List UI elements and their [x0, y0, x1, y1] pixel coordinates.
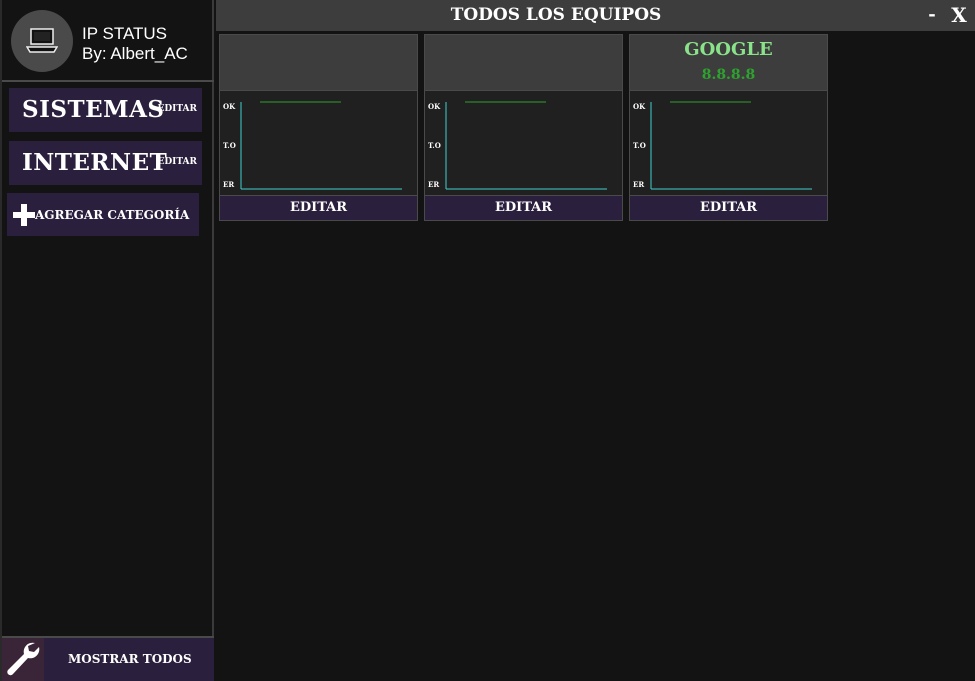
category-name: INTERNET	[22, 149, 168, 176]
sidebar: IP STATUS By: Albert_AC SISTEMAS EDITAR …	[0, 0, 214, 681]
device-ip: 8.8.8.8	[701, 67, 756, 83]
title-bar: TODOS LOS EQUIPOS - X	[216, 0, 975, 31]
status-graph-plot	[650, 101, 812, 190]
app-header: IP STATUS By: Albert_AC	[2, 0, 214, 82]
edit-device-button[interactable]: EDITAR	[425, 196, 622, 220]
status-graph: OK T.O ER	[630, 90, 827, 196]
status-graph-plot	[445, 101, 607, 190]
show-all-label: MOSTRAR TODOS	[68, 652, 192, 666]
status-graph: OK T.O ER	[220, 90, 417, 196]
plus-icon	[13, 204, 35, 226]
device-name: GOOGLE	[684, 39, 773, 60]
category-edit-button[interactable]: EDITAR	[157, 103, 197, 115]
device-card-google: GOOGLE 8.8.8.8 OK T.O ER EDITAR	[629, 34, 828, 221]
edit-device-button[interactable]: EDITAR	[630, 196, 827, 220]
category-name: SISTEMAS	[22, 96, 165, 123]
app-author: By: Albert_AC	[82, 44, 188, 63]
laptop-icon	[11, 10, 73, 72]
device-card: OK T.O ER EDITAR	[219, 34, 418, 221]
category-sistemas[interactable]: SISTEMAS EDITAR	[9, 88, 202, 132]
app-title: IP STATUS	[82, 24, 168, 43]
status-graph: OK T.O ER	[425, 90, 622, 196]
edit-device-button[interactable]: EDITAR	[220, 196, 417, 220]
status-graph-plot	[240, 101, 402, 190]
minimize-button[interactable]: -	[925, 4, 939, 26]
category-edit-button[interactable]: EDITAR	[157, 156, 197, 168]
show-all-button[interactable]: MOSTRAR TODOS	[2, 636, 214, 681]
add-category-button[interactable]: AGREGAR CATEGORÍA	[7, 193, 199, 236]
category-internet[interactable]: INTERNET EDITAR	[9, 141, 202, 185]
device-card: OK T.O ER EDITAR	[424, 34, 623, 221]
wrench-icon	[2, 638, 44, 681]
add-category-label: AGREGAR CATEGORÍA	[35, 208, 190, 222]
close-button[interactable]: X	[948, 3, 970, 27]
page-title: TODOS LOS EQUIPOS	[450, 5, 662, 25]
